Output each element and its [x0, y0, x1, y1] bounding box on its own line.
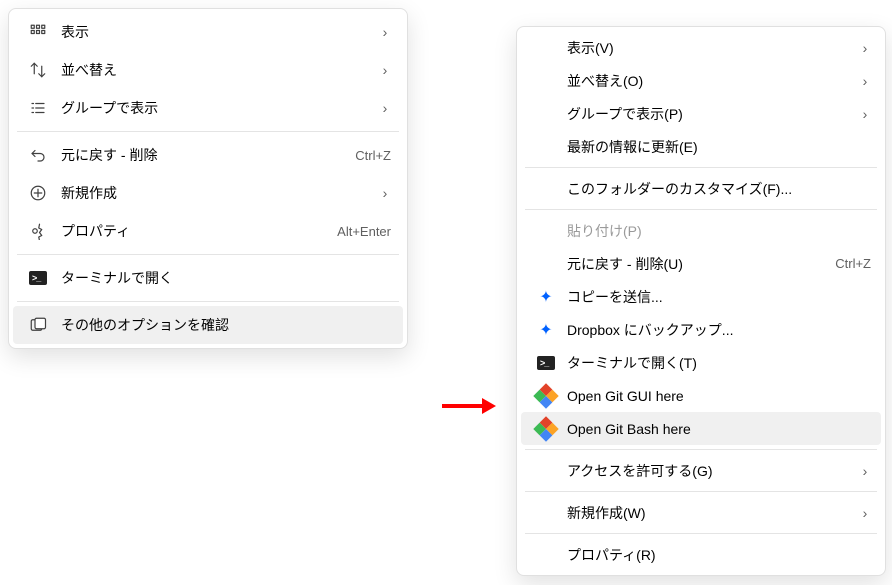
- menu-item-label: プロパティ: [61, 221, 327, 241]
- right-menu-item-1[interactable]: 並べ替え(O) ›: [521, 64, 881, 97]
- shortcut-label: Alt+Enter: [337, 224, 391, 239]
- separator: [17, 254, 399, 255]
- new-icon: [25, 184, 51, 202]
- sort-icon: [25, 61, 51, 79]
- menu-item-label: ターミナルで開く(T): [567, 353, 871, 373]
- separator: [17, 301, 399, 302]
- separator: [17, 131, 399, 132]
- dropbox-icon: ✦: [535, 320, 557, 340]
- right-menu-item-11[interactable]: ターミナルで開く(T): [521, 346, 881, 379]
- chevron-right-icon: ›: [379, 185, 391, 201]
- menu-item-label: 貼り付け(P): [567, 221, 871, 241]
- right-menu-item-13[interactable]: Open Git Bash here: [521, 412, 881, 445]
- chevron-right-icon: ›: [859, 40, 871, 56]
- separator: [525, 491, 877, 492]
- menu-item-label: 新規作成: [61, 183, 369, 203]
- shortcut-label: Ctrl+Z: [835, 256, 871, 271]
- menu-item-label: 表示(V): [567, 38, 849, 58]
- terminal-icon: [535, 356, 557, 370]
- separator: [525, 209, 877, 210]
- right-menu-item-5[interactable]: このフォルダーのカスタマイズ(F)...: [521, 172, 881, 205]
- dropbox-icon: ✦: [535, 287, 557, 307]
- menu-item-label: 最新の情報に更新(E): [567, 137, 871, 157]
- separator: [525, 167, 877, 168]
- separator: [525, 533, 877, 534]
- menu-item-label: 新規作成(W): [567, 503, 849, 523]
- menu-item-label: アクセスを許可する(G): [567, 461, 849, 481]
- group-icon: [25, 99, 51, 117]
- menu-item-label: 元に戻す - 削除(U): [567, 254, 825, 274]
- left-menu-item-5[interactable]: 新規作成 ›: [13, 174, 403, 212]
- arrow-icon: [440, 396, 496, 416]
- left-menu-item-0[interactable]: 表示 ›: [13, 13, 403, 51]
- left-menu-item-6[interactable]: プロパティ Alt+Enter: [13, 212, 403, 250]
- chevron-right-icon: ›: [859, 73, 871, 89]
- context-menu-expanded: 表示(V) › 並べ替え(O) › グループで表示(P) › 最新の情報に更新(E) このフォ…: [516, 26, 886, 576]
- git-icon: [535, 420, 557, 438]
- right-menu-item-19[interactable]: プロパティ(R): [521, 538, 881, 571]
- menu-item-label: 並べ替え(O): [567, 71, 849, 91]
- chevron-right-icon: ›: [859, 106, 871, 122]
- more-icon: [25, 316, 51, 334]
- right-menu-item-0[interactable]: 表示(V) ›: [521, 31, 881, 64]
- props-icon: [25, 222, 51, 240]
- left-menu-item-1[interactable]: 並べ替え ›: [13, 51, 403, 89]
- view-icon: [25, 23, 51, 41]
- left-menu-item-10[interactable]: その他のオプションを確認: [13, 306, 403, 344]
- right-menu-item-9[interactable]: ✦ コピーを送信...: [521, 280, 881, 313]
- chevron-right-icon: ›: [379, 24, 391, 40]
- menu-item-label: プロパティ(R): [567, 545, 871, 565]
- right-menu-item-8[interactable]: 元に戻す - 削除(U) Ctrl+Z: [521, 247, 881, 280]
- menu-item-label: Open Git GUI here: [567, 388, 871, 404]
- chevron-right-icon: ›: [859, 463, 871, 479]
- right-menu-item-15[interactable]: アクセスを許可する(G) ›: [521, 454, 881, 487]
- right-menu-item-7: 貼り付け(P): [521, 214, 881, 247]
- right-menu-item-10[interactable]: ✦ Dropbox にバックアップ...: [521, 313, 881, 346]
- right-menu-item-3[interactable]: 最新の情報に更新(E): [521, 130, 881, 163]
- right-menu-item-17[interactable]: 新規作成(W) ›: [521, 496, 881, 529]
- undo-icon: [25, 146, 51, 164]
- chevron-right-icon: ›: [379, 100, 391, 116]
- git-icon: [535, 387, 557, 405]
- context-menu-simple: 表示 › 並べ替え › グループで表示 › 元に戻す - 削除 Ctrl+Z 新規作成 › プロパテ…: [8, 8, 408, 349]
- menu-item-label: グループで表示(P): [567, 104, 849, 124]
- menu-item-label: 元に戻す - 削除: [61, 145, 345, 165]
- right-menu-item-12[interactable]: Open Git GUI here: [521, 379, 881, 412]
- menu-item-label: その他のオプションを確認: [61, 315, 391, 335]
- menu-item-label: このフォルダーのカスタマイズ(F)...: [567, 179, 871, 199]
- right-menu-item-2[interactable]: グループで表示(P) ›: [521, 97, 881, 130]
- menu-item-label: 並べ替え: [61, 60, 369, 80]
- menu-item-label: コピーを送信...: [567, 287, 871, 307]
- menu-item-label: Open Git Bash here: [567, 421, 871, 437]
- menu-item-label: 表示: [61, 22, 369, 42]
- separator: [525, 449, 877, 450]
- menu-item-label: グループで表示: [61, 98, 369, 118]
- menu-item-label: Dropbox にバックアップ...: [567, 320, 871, 340]
- left-menu-item-4[interactable]: 元に戻す - 削除 Ctrl+Z: [13, 136, 403, 174]
- terminal-icon: [25, 271, 51, 285]
- left-menu-item-2[interactable]: グループで表示 ›: [13, 89, 403, 127]
- left-menu-item-8[interactable]: ターミナルで開く: [13, 259, 403, 297]
- shortcut-label: Ctrl+Z: [355, 148, 391, 163]
- chevron-right-icon: ›: [859, 505, 871, 521]
- chevron-right-icon: ›: [379, 62, 391, 78]
- menu-item-label: ターミナルで開く: [61, 268, 391, 288]
